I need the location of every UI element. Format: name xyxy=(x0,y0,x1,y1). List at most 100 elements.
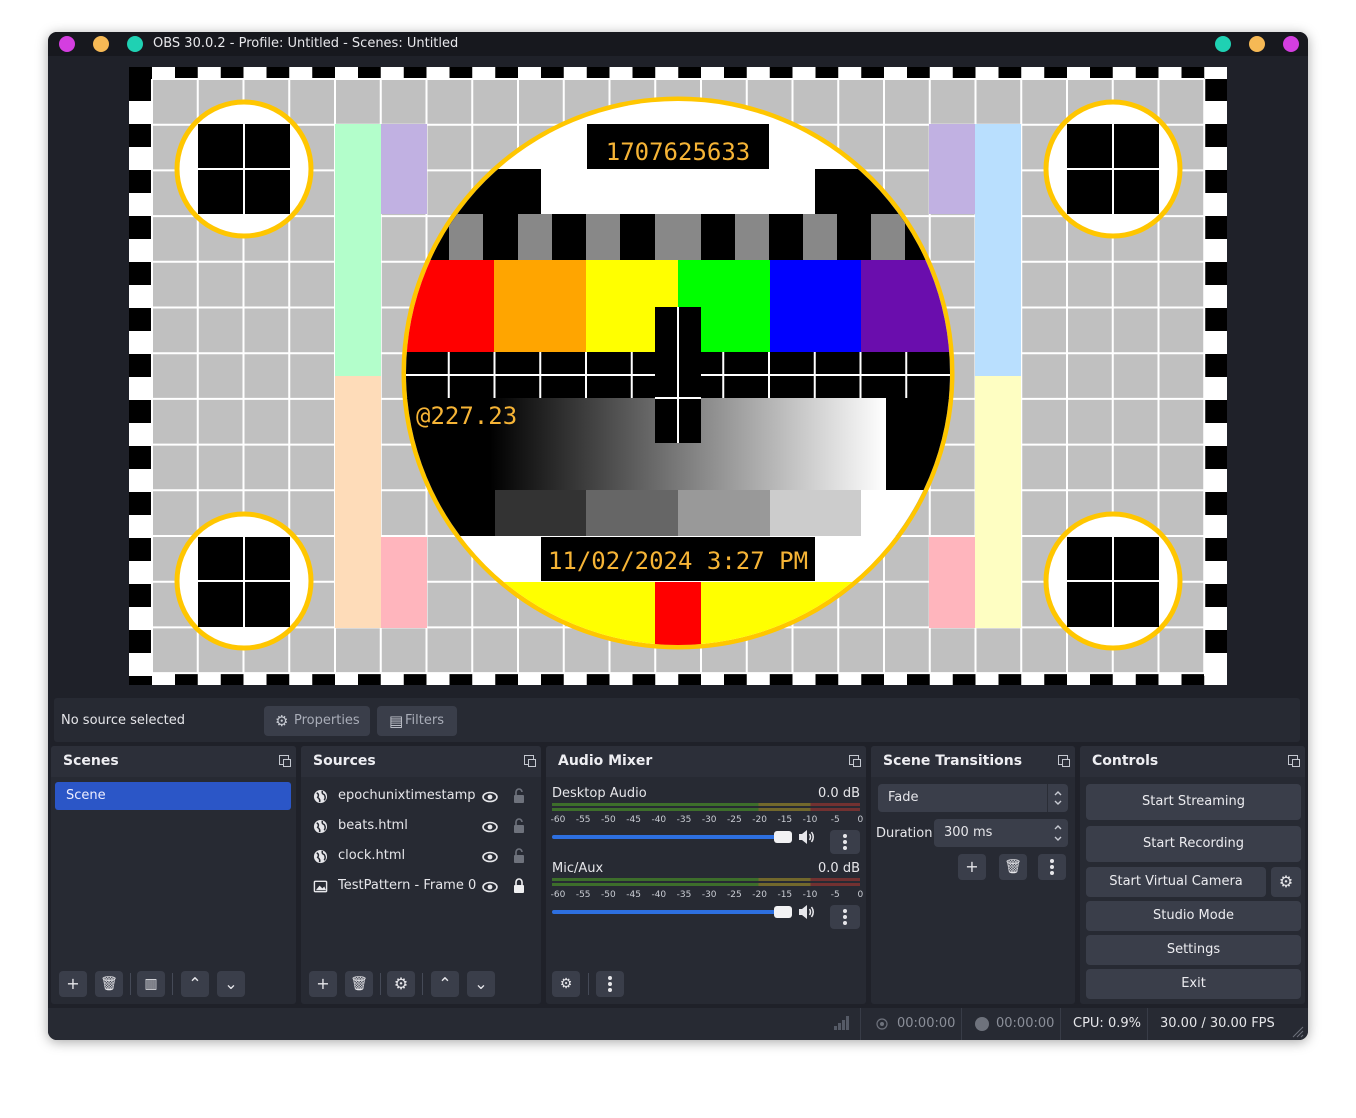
properties-button[interactable]: ⚙ Properties xyxy=(264,706,370,736)
source-item[interactable]: beats.html xyxy=(313,814,543,840)
maximize-button[interactable] xyxy=(1249,36,1265,52)
volume-slider-handle[interactable] xyxy=(774,831,792,843)
virtual-camera-settings-button[interactable]: ⚙ xyxy=(1271,867,1301,897)
timestamp-overlay: 1707625633 xyxy=(606,138,751,166)
window-title: OBS 30.0.2 - Profile: Untitled - Scenes:… xyxy=(153,36,459,51)
start-recording-button[interactable]: Start Recording xyxy=(1086,826,1301,862)
studio-mode-button[interactable]: Studio Mode xyxy=(1086,901,1301,931)
chevron-down-icon: ⌄ xyxy=(474,974,488,993)
volume-slider-handle[interactable] xyxy=(774,906,792,918)
source-properties-button[interactable]: ⚙ xyxy=(387,971,415,997)
source-item[interactable]: clock.html xyxy=(313,844,543,870)
eye-icon[interactable] xyxy=(482,849,498,865)
scene-list-item[interactable]: Scene xyxy=(55,782,291,810)
preview-area[interactable]: 1707625633 @227.23 11/02/2024 3:27 PM xyxy=(48,56,1308,694)
plus-icon: + xyxy=(316,974,330,993)
channel-menu-button[interactable] xyxy=(830,905,860,929)
meter-tick-label: -30 xyxy=(701,890,717,900)
remove-transition-button[interactable]: 🗑 xyxy=(999,854,1027,880)
speaker-icon[interactable] xyxy=(798,829,816,845)
eye-icon[interactable] xyxy=(482,789,498,805)
transition-menu-button[interactable] xyxy=(1038,854,1066,880)
volume-slider[interactable] xyxy=(552,835,782,839)
bpm-overlay: @227.23 xyxy=(416,402,517,430)
source-item[interactable]: TestPattern - Frame 0.p xyxy=(313,874,543,900)
audio-mixer-dock: Audio Mixer Desktop Audio 0.0 dB -60 -55-… xyxy=(546,746,866,1004)
globe-icon xyxy=(313,849,328,864)
stream-time: 00:00:00 xyxy=(897,1016,956,1031)
eye-icon[interactable] xyxy=(482,879,498,895)
stream-status-icon xyxy=(876,1018,888,1030)
scene-filters-button[interactable]: ▥ xyxy=(137,971,165,997)
move-scene-up-button[interactable]: ⌃ xyxy=(181,971,209,997)
chevron-down-icon: ⌄ xyxy=(224,974,238,993)
meter-tick-label: -40 xyxy=(651,890,667,900)
globe-icon xyxy=(313,819,328,834)
meter-scale: -60 -55 -50 -45 -40 -35 -30 -25 -20 -15 -10 -5 0 xyxy=(550,815,864,827)
volume-slider[interactable] xyxy=(552,910,782,914)
lock-icon[interactable] xyxy=(513,878,525,894)
audio-mixer-title: Audio Mixer xyxy=(558,753,653,769)
meter-tick-label: -60 xyxy=(550,890,566,900)
meter-tick-label: -40 xyxy=(651,815,667,825)
scene-transitions-dock: Scene Transitions Fade Duration 300 ms +… xyxy=(871,746,1075,1004)
unlocked-icon[interactable] xyxy=(513,848,525,864)
meter-tick-label: -35 xyxy=(676,890,692,900)
channel-menu-button[interactable] xyxy=(830,830,860,854)
meter-tick-label: -10 xyxy=(802,815,818,825)
meter-tick-label: -15 xyxy=(777,815,793,825)
settings-button[interactable]: Settings xyxy=(1086,935,1301,965)
remove-source-button[interactable]: 🗑 xyxy=(345,971,373,997)
move-source-up-button[interactable]: ⌃ xyxy=(431,971,459,997)
updown-icon xyxy=(1054,791,1062,805)
transition-select[interactable]: Fade xyxy=(878,784,1068,812)
unlocked-icon[interactable] xyxy=(513,818,525,834)
image-icon xyxy=(313,880,328,893)
controls-dock: Controls Start Streaming Start Recording… xyxy=(1080,746,1305,1004)
add-scene-button[interactable]: + xyxy=(59,971,87,997)
fps-readout: 30.00 / 30.00 FPS xyxy=(1160,1016,1275,1031)
undock-icon[interactable] xyxy=(524,755,536,767)
meter-tick-label: -30 xyxy=(701,815,717,825)
meter-tick-label: -25 xyxy=(727,890,742,900)
undock-icon[interactable] xyxy=(1058,755,1070,767)
gear-icon: ⚙ xyxy=(275,712,289,730)
move-source-down-button[interactable]: ⌄ xyxy=(467,971,495,997)
gears-icon: ⚙ xyxy=(559,976,573,992)
exit-button[interactable]: Exit xyxy=(1086,969,1301,999)
cpu-usage: CPU: 0.9% xyxy=(1073,1016,1141,1031)
chevron-up-icon: ⌃ xyxy=(188,974,202,993)
mixer-menu-button[interactable] xyxy=(596,971,624,997)
start-streaming-button[interactable]: Start Streaming xyxy=(1086,784,1301,820)
keep-above-button[interactable] xyxy=(93,36,109,52)
window-menu-button[interactable] xyxy=(59,36,75,52)
resize-grip-icon[interactable] xyxy=(1292,1026,1304,1038)
undock-icon[interactable] xyxy=(849,755,861,767)
scenes-dock: Scenes Scene + 🗑 ▥ ⌃ ⌄ xyxy=(51,746,296,1004)
trash-icon: 🗑 xyxy=(350,976,368,992)
meter-tick-label: -45 xyxy=(626,890,641,900)
meter-tick-label: -60 xyxy=(550,815,566,825)
undock-icon[interactable] xyxy=(1288,755,1300,767)
start-virtual-camera-button[interactable]: Start Virtual Camera xyxy=(1086,867,1266,897)
corner-circle-bl xyxy=(174,511,314,651)
eye-icon[interactable] xyxy=(482,819,498,835)
move-scene-down-button[interactable]: ⌄ xyxy=(217,971,245,997)
no-source-label: No source selected xyxy=(61,713,185,728)
meter-tick-label: 0 xyxy=(857,890,864,900)
advanced-audio-button[interactable]: ⚙ xyxy=(552,971,580,997)
duration-spinbox[interactable]: 300 ms xyxy=(934,819,1068,847)
gray-steps xyxy=(449,214,905,260)
add-source-button[interactable]: + xyxy=(309,971,337,997)
source-item[interactable]: epochunixtimestamp.h xyxy=(313,784,543,810)
unlocked-icon[interactable] xyxy=(513,788,525,804)
minimize-button[interactable] xyxy=(1215,36,1231,52)
on-all-desktops-button[interactable] xyxy=(127,36,143,52)
remove-scene-button[interactable]: 🗑 xyxy=(95,971,123,997)
undock-icon[interactable] xyxy=(279,755,291,767)
volume-meter xyxy=(552,878,860,888)
speaker-icon[interactable] xyxy=(798,904,816,920)
filters-button[interactable]: ▤ Filters xyxy=(377,706,457,736)
close-button[interactable] xyxy=(1283,36,1299,52)
add-transition-button[interactable]: + xyxy=(958,854,986,880)
